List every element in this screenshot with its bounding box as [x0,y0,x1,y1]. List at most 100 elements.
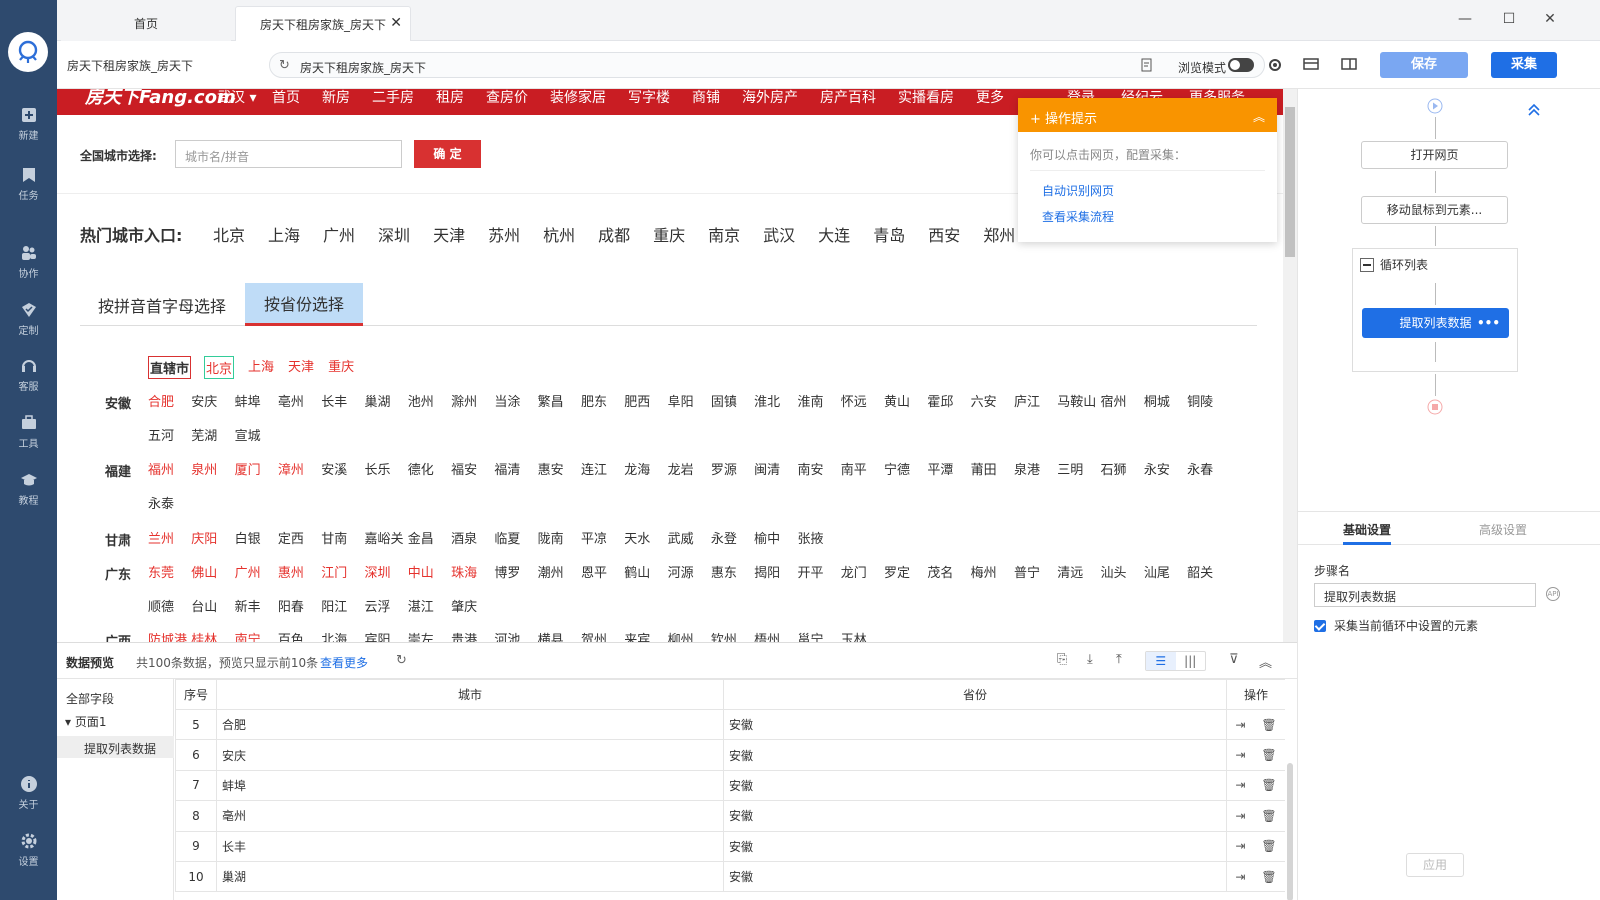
city-link[interactable]: 三明 [1057,459,1100,478]
city-link[interactable]: 玉林 [841,629,884,642]
tab-basic-settings[interactable]: 基础设置 [1343,521,1392,545]
city-link[interactable]: 厦门 [235,459,278,478]
table-row[interactable]: 8 亳州 安徽 ⇥ 🗑 [175,800,1285,832]
city-link[interactable]: 榆中 [754,528,797,547]
city-link[interactable]: 平凉 [581,528,624,547]
city-link[interactable]: 德化 [408,459,451,478]
table-row[interactable]: 10 巢湖 安徽 ⇥ 🗑 [175,860,1285,893]
city-link[interactable]: 安溪 [321,459,364,478]
city-link[interactable]: 白银 [235,528,278,547]
city-link[interactable]: 上海 [248,356,274,379]
site-nav-item[interactable]: 首页 [272,89,300,107]
city-link[interactable]: 永安 [1144,459,1187,478]
city-link[interactable]: 泉港 [1014,459,1057,478]
list-view-icon[interactable]: ☰ [1146,652,1176,670]
page1-node[interactable]: ▾ 页面1 [65,713,106,730]
city-link[interactable]: 鹤山 [624,562,667,581]
step-name-input[interactable]: 提取列表数据 [1314,583,1536,607]
delete-row-icon[interactable]: 🗑 [1261,839,1276,853]
city-link[interactable]: 临夏 [494,528,537,547]
all-fields-label[interactable]: 全部字段 [66,690,114,707]
site-nav-item[interactable]: 商铺 [692,89,720,107]
site-nav-item[interactable]: 租房 [436,89,464,107]
city-link[interactable]: 固镇 [711,391,754,410]
city-link[interactable]: 漳州 [278,459,321,478]
city-link[interactable]: 茂名 [927,562,970,581]
window-layout-icon[interactable] [1341,57,1359,73]
city-link[interactable]: 贺州 [581,629,624,642]
city-link[interactable]: 清远 [1057,562,1100,581]
column-header-province[interactable]: 省份 [723,679,1227,710]
city-link[interactable]: 横县 [538,629,581,642]
reload-icon[interactable]: ↻ [279,58,290,73]
export-row-icon[interactable]: ⇥ [1235,778,1245,792]
checkbox-checked[interactable] [1314,619,1326,632]
city-link[interactable]: 巢湖 [364,391,407,410]
hot-city-link[interactable]: 青岛 [873,222,905,246]
city-link[interactable]: 罗定 [884,562,927,581]
settings-gear-icon[interactable] [1267,57,1285,73]
close-window-button[interactable]: ✕ [1535,8,1565,30]
city-link[interactable]: 重庆 [328,356,354,379]
city-link[interactable]: 宁德 [884,459,927,478]
collect-button[interactable]: 采集 [1491,52,1557,78]
city-link[interactable]: 长丰 [321,391,364,410]
city-search-input[interactable]: 城市名/拼音 [175,140,402,168]
delete-row-icon[interactable]: 🗑 [1261,748,1276,762]
city-link[interactable]: 汕尾 [1144,562,1187,581]
city-link[interactable]: 怀远 [841,391,884,410]
city-link[interactable]: 莆田 [971,459,1014,478]
city-link[interactable]: 阳江 [321,596,364,615]
city-link[interactable]: 淮南 [797,391,840,410]
hot-city-link[interactable]: 南京 [708,222,740,246]
import-icon[interactable]: ⤓ [1087,652,1093,667]
column-view-icon[interactable]: ||| [1176,652,1206,670]
city-link[interactable]: 罗源 [711,459,754,478]
city-link[interactable]: 肇庆 [451,596,494,615]
city-link[interactable]: 宣城 [235,425,278,444]
collect-loop-elements-option[interactable]: 采集当前循环中设置的元素 [1314,617,1478,634]
sidebar-item-collab[interactable]: 协作 [0,244,57,280]
city-link[interactable]: 来宾 [624,629,667,642]
city-link[interactable]: 南安 [797,459,840,478]
extract-list-node[interactable]: 提取列表数据 ••• [1362,308,1509,338]
city-link[interactable]: 当涂 [494,391,537,410]
city-link[interactable]: 湛江 [408,596,451,615]
sidebar-item-task[interactable]: 任务 [0,166,57,202]
city-link[interactable]: 南宁 [235,629,278,642]
city-link[interactable]: 铜陵 [1187,391,1230,410]
city-link[interactable]: 开平 [797,562,840,581]
city-link[interactable]: 安庆 [191,391,234,410]
city-link[interactable]: 连江 [581,459,624,478]
city-link[interactable]: 宿州 [1101,391,1144,410]
web-scrollbar[interactable] [1283,89,1297,642]
confirm-button[interactable]: 确 定 [414,140,481,168]
city-link[interactable]: 桐城 [1144,391,1187,410]
city-link[interactable]: 台山 [191,596,234,615]
city-link[interactable]: 博罗 [494,562,537,581]
city-link[interactable]: 天水 [624,528,667,547]
city-link[interactable]: 天津 [288,356,314,379]
city-link[interactable]: 韶关 [1187,562,1230,581]
city-link[interactable]: 庆阳 [191,528,234,547]
site-nav-item[interactable]: 实播看房 [898,89,954,107]
delete-row-icon[interactable]: 🗑 [1261,718,1276,732]
city-link[interactable]: 武威 [668,528,711,547]
export-row-icon[interactable]: ⇥ [1235,748,1245,762]
save-button[interactable]: 保存 [1380,52,1468,78]
city-link[interactable]: 永春 [1187,459,1230,478]
city-link[interactable]: 揭阳 [754,562,797,581]
city-link[interactable]: 潮州 [538,562,581,581]
view-flow-link[interactable]: 查看采集流程 [1042,208,1114,225]
city-link[interactable]: 酒泉 [451,528,494,547]
city-link[interactable]: 芜湖 [191,425,234,444]
city-link[interactable]: 福州 [148,459,191,478]
tab-by-province[interactable]: 按省份选择 [245,283,363,326]
city-link[interactable]: 普宁 [1014,562,1057,581]
city-link[interactable]: 汕头 [1101,562,1144,581]
city-link[interactable]: 马鞍山 [1057,391,1100,410]
city-link[interactable]: 淮北 [754,391,797,410]
city-link[interactable]: 梅州 [971,562,1014,581]
city-link[interactable]: 江门 [321,562,364,581]
export-row-icon[interactable]: ⇥ [1235,718,1245,732]
